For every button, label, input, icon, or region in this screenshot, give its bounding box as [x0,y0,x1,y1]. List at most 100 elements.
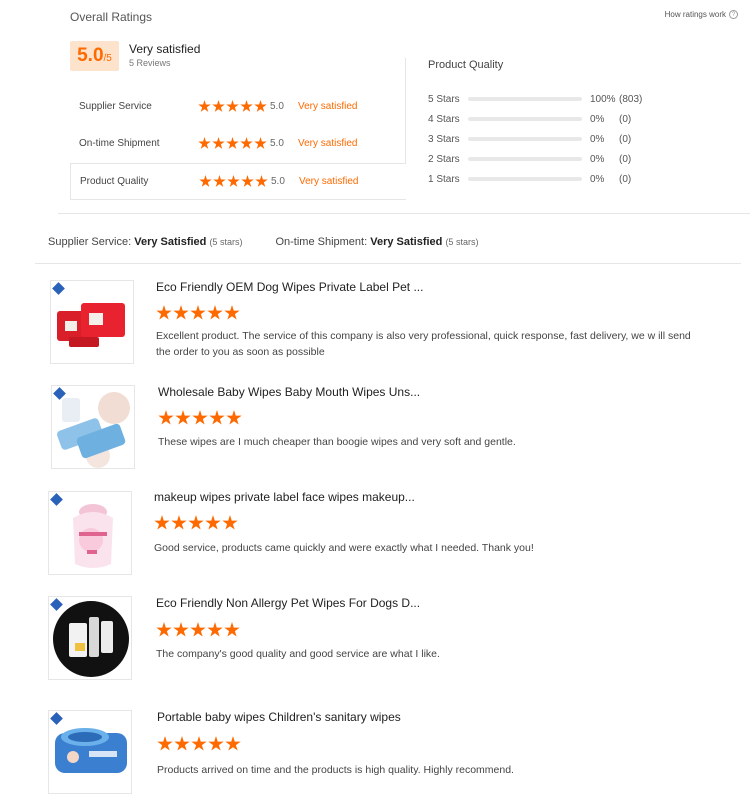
star-icon [198,137,211,149]
star-icon [209,410,225,425]
review-text: Products arrived on time and the product… [157,764,514,776]
star-distribution-percent: 0% [590,113,605,125]
rating-summary: Supplier Service: Very Satisfied (5 star… [48,236,511,248]
review-text: Good service, products came quickly and … [154,542,534,554]
reviews-count: 5 Reviews [129,58,171,68]
review-star-rating [156,305,240,321]
star-icon [191,736,207,751]
star-icon [173,305,189,320]
review-product-title[interactable]: Portable baby wipes Children's sanitary … [157,710,401,724]
review-star-rating [158,410,242,426]
sub-rating-supplier-service[interactable]: Supplier Service 5.0 Very satisfied [70,88,406,125]
star-distribution-count: (0) [619,133,632,145]
product-thumbnail[interactable] [48,710,132,794]
review-product-title[interactable]: Wholesale Baby Wipes Baby Mouth Wipes Un… [158,385,420,399]
review-star-rating [156,622,240,638]
review-item: Wholesale Baby Wipes Baby Mouth Wipes Un… [0,384,750,484]
summary-supplier-label: Supplier Service: [48,236,132,248]
star-icon [213,175,226,187]
star-distribution-label: 3 Stars [428,133,460,145]
sub-rating-score: 5.0 [270,138,284,149]
star-rating [199,175,271,188]
review-text: Excellent product. The service of this c… [156,330,691,358]
star-icon [224,622,240,637]
product-thumbnail[interactable] [51,385,135,469]
product-quality-title: Product Quality [428,59,504,71]
star-icon [222,515,238,530]
star-icon [226,100,239,112]
star-icon [254,137,267,149]
star-distribution-count: (0) [619,173,632,185]
star-icon [190,305,206,320]
star-icon [158,410,174,425]
review-product-title[interactable]: Eco Friendly OEM Dog Wipes Private Label… [156,280,423,294]
star-icon [227,175,240,187]
review-text: The company's good quality and good serv… [156,648,440,660]
review-item: Portable baby wipes Children's sanitary … [0,710,750,810]
star-icon [156,305,172,320]
sub-rating-word: Very satisfied [298,138,358,149]
star-distribution-label: 4 Stars [428,113,460,125]
star-distribution-row: 2 Stars 0% (0) [428,149,631,169]
star-icon [192,410,208,425]
summary-supplier-stars: (5 stars) [209,237,243,247]
summary-shipment-label: On-time Shipment: [275,236,368,248]
star-icon [198,100,211,112]
sub-rating-label: Supplier Service [79,101,152,112]
star-icon [175,410,191,425]
review-star-rating [157,736,241,752]
star-icon [190,622,206,637]
vertical-divider [405,58,406,163]
how-ratings-label[interactable]: How ratings work [665,10,726,19]
sub-rating-on-time-shipment[interactable]: On-time Shipment 5.0 Very satisfied [70,125,406,162]
star-distribution-bar [468,97,582,101]
sub-rating-label: On-time Shipment [79,138,160,149]
star-icon [240,100,253,112]
summary-shipment-stars: (5 stars) [445,237,479,247]
star-icon [207,622,223,637]
overall-score-max: /5 [103,53,112,64]
summary-shipment-value: Very Satisfied [370,236,443,248]
sub-rating-score: 5.0 [271,176,285,187]
sub-rating-product-quality[interactable]: Product Quality 5.0 Very satisfied [70,163,406,200]
star-icon [226,410,242,425]
star-distribution-row: 3 Stars 0% (0) [428,129,631,149]
star-distribution-bar [468,157,582,161]
star-icon [156,622,172,637]
star-distribution-row: 5 Stars 100% (803) [428,89,642,109]
star-icon [226,137,239,149]
star-icon [255,175,268,187]
review-product-title[interactable]: Eco Friendly Non Allergy Pet Wipes For D… [156,596,420,610]
star-distribution-percent: 0% [590,173,605,185]
review-product-title[interactable]: makeup wipes private label face wipes ma… [154,490,415,504]
star-icon [208,736,224,751]
review-text: These wipes are I much cheaper than boog… [158,436,516,448]
how-ratings-work-link[interactable]: How ratings work ? [665,10,738,19]
star-icon [240,137,253,149]
product-thumbnail[interactable] [50,280,134,364]
divider [35,263,741,264]
star-distribution-row: 1 Stars 0% (0) [428,169,631,189]
product-thumbnail[interactable] [48,491,132,575]
review-item: Eco Friendly OEM Dog Wipes Private Label… [0,280,750,380]
sub-rating-word: Very satisfied [298,101,358,112]
star-icon [254,100,267,112]
product-thumbnail[interactable] [48,596,132,680]
star-distribution-count: (803) [619,93,643,105]
summary-supplier-value: Very Satisfied [134,236,207,248]
star-distribution-count: (0) [619,153,632,165]
star-distribution-bar [468,137,582,141]
star-rating [198,137,270,150]
star-icon [154,515,170,530]
divider [58,213,750,214]
summary-shipment: On-time Shipment: Very Satisfied (5 star… [275,236,478,248]
star-icon [174,736,190,751]
star-icon [173,622,189,637]
star-icon [188,515,204,530]
overall-satisfaction: Very satisfied [129,42,201,56]
star-distribution-label: 5 Stars [428,93,460,105]
star-distribution-percent: 0% [590,153,605,165]
overall-ratings-title: Overall Ratings [70,10,153,24]
help-icon[interactable]: ? [729,10,738,19]
star-distribution-percent: 100% [590,93,616,105]
